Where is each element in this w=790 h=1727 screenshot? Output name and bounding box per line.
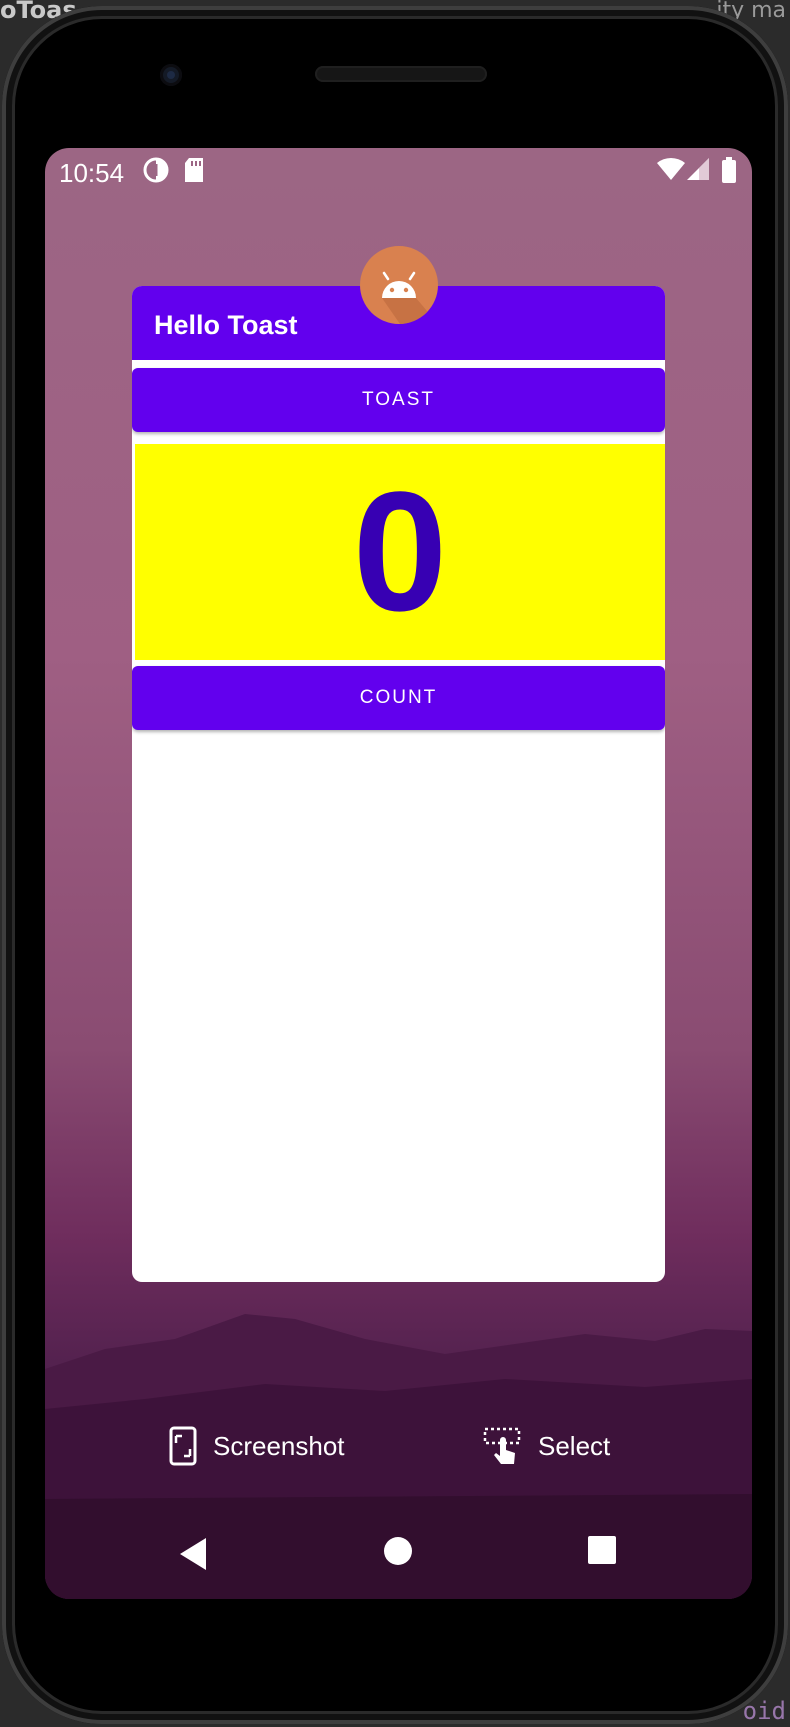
screenshot-action[interactable]: Screenshot	[169, 1426, 345, 1466]
front-camera	[160, 64, 182, 86]
overview-actions: Screenshot Select	[45, 1418, 752, 1478]
select-action[interactable]: Select	[482, 1426, 610, 1466]
android-app-icon[interactable]	[360, 246, 438, 324]
count-display: 0	[135, 444, 665, 660]
select-icon	[483, 1427, 521, 1464]
home-icon[interactable]	[383, 1536, 413, 1566]
cell-signal-icon	[687, 158, 709, 180]
recents-icon[interactable]	[588, 1536, 616, 1564]
count-button[interactable]: COUNT	[132, 666, 665, 730]
status-bar: 10:54	[45, 148, 752, 192]
data-saver-icon	[143, 157, 169, 183]
device-screen: 10:54 Hello Toast TOAST 0 COUNT Screensh…	[45, 148, 752, 1599]
count-value: 0	[352, 457, 448, 647]
wifi-icon	[657, 157, 685, 180]
status-time: 10:54	[59, 158, 125, 188]
navigation-bar	[45, 1536, 752, 1596]
screenshot-icon	[169, 1426, 197, 1466]
android-robot-icon	[382, 271, 438, 324]
screenshot-label: Screenshot	[213, 1430, 345, 1461]
sd-card-icon	[185, 158, 203, 182]
earpiece-speaker	[315, 66, 487, 82]
battery-icon	[722, 157, 736, 183]
select-label: Select	[538, 1430, 611, 1461]
toast-button[interactable]: TOAST	[132, 368, 665, 432]
hello-toast-app-window[interactable]: Hello Toast TOAST 0 COUNT	[132, 286, 665, 1282]
back-icon[interactable]	[178, 1536, 208, 1572]
emulator-phone-frame: 10:54 Hello Toast TOAST 0 COUNT Screensh…	[2, 6, 788, 1724]
app-title: Hello Toast	[154, 310, 298, 340]
